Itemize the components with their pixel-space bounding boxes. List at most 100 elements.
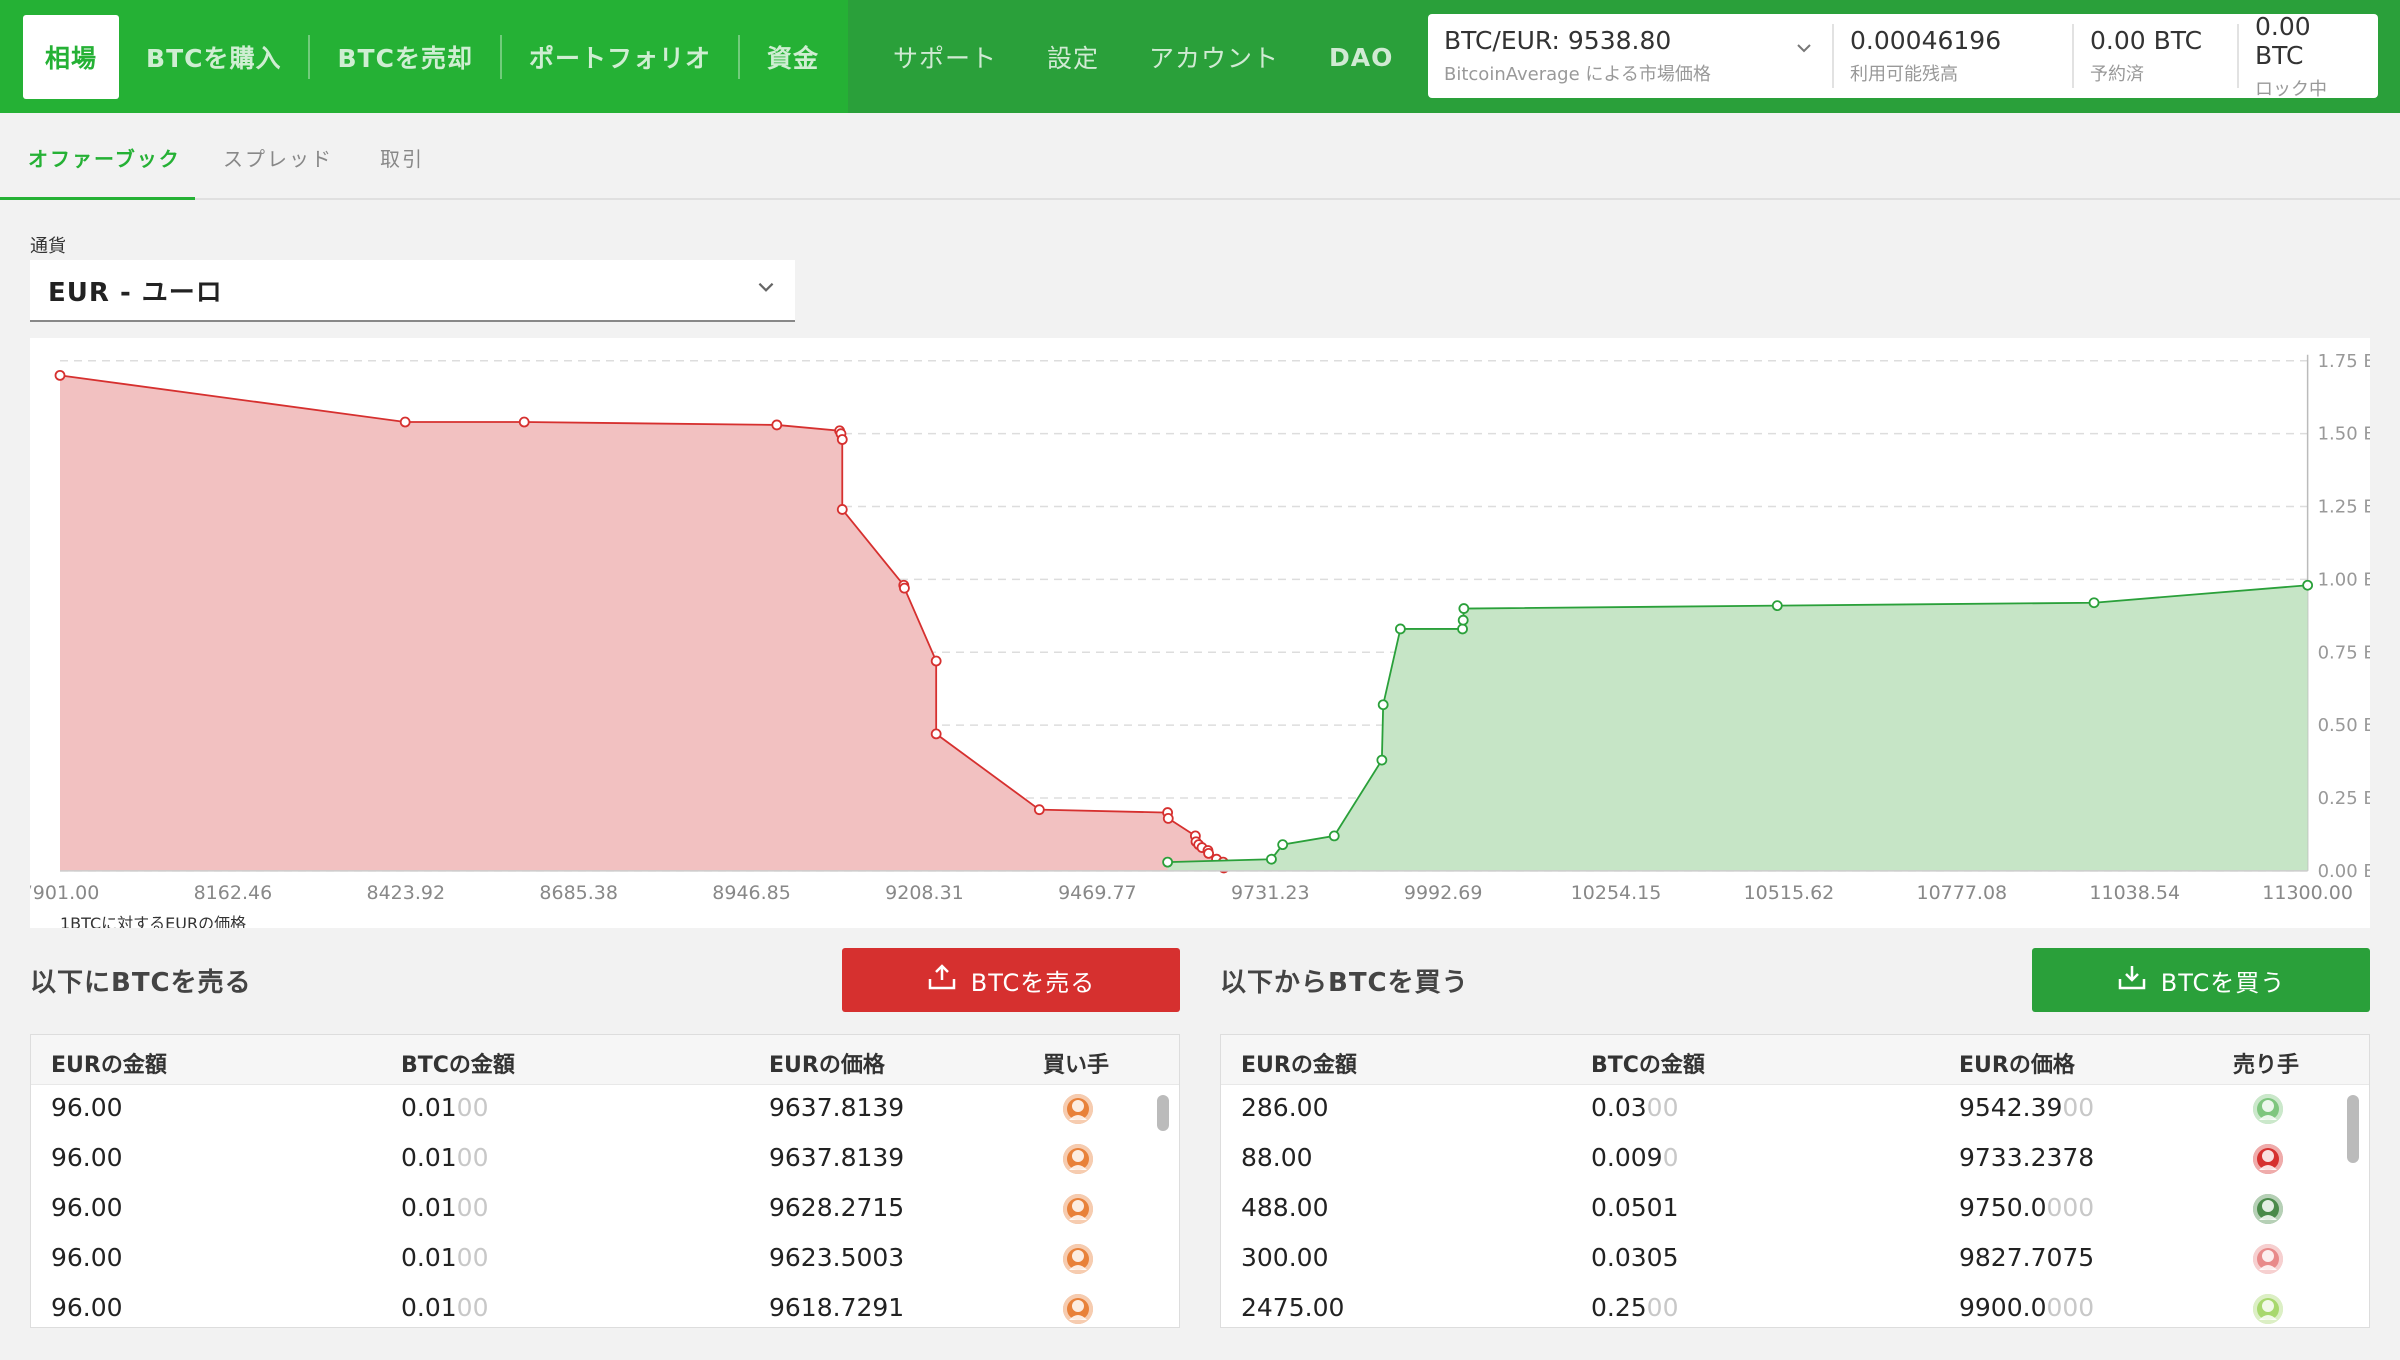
seller-avatar-icon[interactable] — [2253, 1144, 2283, 1174]
eur-price-value: 9733.2378 — [1959, 1143, 2095, 1172]
x-tick-label: 8946.85 — [712, 882, 791, 904]
sell-table-scrollbar[interactable] — [1157, 1095, 1169, 1131]
nav-account[interactable]: アカウント — [1124, 15, 1304, 99]
buyer-avatar-icon[interactable] — [1063, 1294, 1093, 1324]
table-row[interactable]: 2475.00 0.2500 9900.0000 — [1221, 1285, 2369, 1327]
buy-btc-button-label: BTCを買う — [2160, 968, 2286, 997]
nav-funds[interactable]: 資金 — [740, 15, 846, 99]
btc-amount-cell: 0.0090 — [1591, 1143, 1678, 1172]
buyer-avatar-icon[interactable] — [1063, 1094, 1093, 1124]
eur-price-value: 9750.0 — [1959, 1193, 2047, 1222]
buyer-avatar-icon[interactable] — [1063, 1144, 1093, 1174]
nav-portfolio[interactable]: ポートフォリオ — [502, 15, 738, 99]
locked-balance: 0.00 BTC ロック中 — [2239, 12, 2375, 100]
table-row[interactable]: 488.00 0.0501 9750.0000 — [1221, 1185, 2369, 1235]
buy-table-body: 286.00 0.0300 9542.3900 88.00 0.0090 9733.237… — [1221, 1085, 2369, 1327]
btc-amount-value: 0.01 — [401, 1143, 457, 1172]
sub-tabs: オファーブック スプレッド 取引 — [0, 113, 2400, 200]
locked-balance-label: ロック中 — [2255, 78, 2327, 100]
depth-chart-svg: 0.00 BTC 0.25 BTC 0.50 BTC 0.75 BTC 1.00 BTC… — [30, 351, 2370, 928]
nav-dao[interactable]: DAO — [1304, 15, 1418, 99]
bid-depth-point — [1162, 813, 1174, 824]
table-row[interactable]: 286.00 0.0300 9542.3900 — [1221, 1085, 2369, 1135]
ask-depth-point — [1328, 830, 1340, 842]
eur-amount-cell: 488.00 — [1241, 1193, 1329, 1222]
btc-amount-value: 0.03 — [1591, 1093, 1647, 1122]
top-navigation-bar: 相場 BTCを購入 BTCを売却 ポートフォリオ 資金 サポート 設定 アカウン… — [0, 0, 2400, 113]
btc-amount-cell: 0.0100 — [401, 1243, 488, 1272]
sell-offers-table: EURの金額 BTCの金額 EURの価格 買い手 96.00 0.0100 9637… — [30, 1034, 1180, 1328]
col-eur-price[interactable]: EURの価格 — [769, 1047, 885, 1079]
nav-buy-btc[interactable]: BTCを購入 — [119, 15, 308, 99]
reserved-balance-label: 予約済 — [2090, 64, 2144, 85]
eur-price-value: 9623.5003 — [769, 1243, 905, 1272]
eur-amount-cell: 96.00 — [51, 1243, 123, 1272]
nav-settings[interactable]: 設定 — [1022, 15, 1124, 99]
col-btc-amount[interactable]: BTCの金額 — [401, 1047, 515, 1079]
btc-amount-trailing-zeros: 00 — [1646, 1093, 1679, 1122]
chevron-down-icon — [755, 276, 777, 304]
secondary-nav: サポート 設定 アカウント DAO — [868, 15, 1418, 99]
y-tick-label: 0.25 BTC — [2318, 788, 2370, 809]
eur-price-value: 9900.0 — [1959, 1293, 2047, 1322]
buyer-avatar-icon[interactable] — [1063, 1244, 1093, 1274]
buy-btc-button[interactable]: BTCを買う — [2032, 948, 2370, 1012]
nav-support[interactable]: サポート — [868, 15, 1022, 99]
y-tick-label: 1.25 BTC — [2318, 497, 2370, 518]
col-eur-amount[interactable]: EURの金額 — [1241, 1047, 1357, 1079]
btc-amount-value: 0.009 — [1591, 1143, 1663, 1172]
x-tick-label: 9208.31 — [885, 882, 964, 904]
eur-amount-cell: 300.00 — [1241, 1243, 1329, 1272]
x-tick-label: 8423.92 — [366, 882, 445, 904]
eur-price-cell: 9623.5003 — [769, 1243, 904, 1272]
col-eur-price[interactable]: EURの価格 — [1959, 1047, 2075, 1079]
y-tick-label: 0.00 BTC — [2318, 861, 2370, 882]
seller-avatar-icon[interactable] — [2253, 1294, 2283, 1324]
bid-depth-point — [930, 728, 942, 740]
x-axis-title: 1BTCに対するEURの価格 — [60, 914, 246, 928]
table-row[interactable]: 96.00 0.0100 9618.7291 — [31, 1285, 1179, 1327]
eur-amount-cell: 96.00 — [51, 1293, 123, 1322]
table-row[interactable]: 96.00 0.0100 9637.8139 — [31, 1085, 1179, 1135]
seller-avatar-icon[interactable] — [2253, 1094, 2283, 1124]
bid-depth-point — [54, 369, 66, 381]
nav-market[interactable]: 相場 — [23, 15, 120, 99]
currency-select[interactable]: EUR - ユーロ — [30, 260, 795, 322]
y-tick-label: 1.75 BTC — [2318, 351, 2370, 372]
table-row[interactable]: 96.00 0.0100 9623.5003 — [31, 1235, 1179, 1285]
btc-amount-trailing-zeros: 00 — [456, 1193, 489, 1222]
col-btc-amount[interactable]: BTCの金額 — [1591, 1047, 1705, 1079]
btc-amount-value: 0.25 — [1591, 1293, 1647, 1322]
nav-sell-btc[interactable]: BTCを売却 — [310, 15, 499, 99]
eur-amount-cell: 96.00 — [51, 1193, 123, 1222]
seller-avatar-icon[interactable] — [2253, 1244, 2283, 1274]
ask-depth-point — [2302, 579, 2314, 591]
market-price-selector[interactable]: BTC/EUR: 9538.80 BitcoinAverage による市場価格 — [1428, 24, 1834, 88]
table-row[interactable]: 96.00 0.0100 9637.8139 — [31, 1135, 1179, 1185]
col-eur-amount[interactable]: EURの金額 — [51, 1047, 167, 1079]
x-tick-label: 9731.23 — [1231, 882, 1310, 904]
sell-btc-button[interactable]: BTCを売る — [842, 948, 1180, 1012]
table-row[interactable]: 96.00 0.0100 9628.2715 — [31, 1185, 1179, 1235]
tab-offer-book[interactable]: オファーブック — [28, 143, 181, 172]
bid-depth-point — [899, 582, 910, 594]
buyer-avatar-icon[interactable] — [1063, 1194, 1093, 1224]
market-price: BTC/EUR: 9538.80 — [1444, 26, 1672, 55]
table-row[interactable]: 300.00 0.0305 9827.7075 — [1221, 1235, 2369, 1285]
btc-amount-cell: 0.0100 — [401, 1293, 488, 1322]
col-buyer[interactable]: 買い手 — [1043, 1047, 1109, 1079]
seller-avatar-icon[interactable] — [2253, 1194, 2283, 1224]
tab-trades[interactable]: 取引 — [380, 143, 424, 172]
buy-table-scrollbar[interactable] — [2347, 1095, 2359, 1163]
btc-amount-value: 0.01 — [401, 1093, 457, 1122]
x-tick-label: 9469.77 — [1058, 882, 1137, 904]
col-seller[interactable]: 売り手 — [2233, 1047, 2299, 1079]
market-info-box: BTC/EUR: 9538.80 BitcoinAverage による市場価格 … — [1428, 12, 2378, 100]
btc-amount-value: 0.01 — [401, 1243, 457, 1272]
x-tick-label: 10515.62 — [1744, 882, 1835, 904]
table-row[interactable]: 88.00 0.0090 9733.2378 — [1221, 1135, 2369, 1185]
eur-price-trailing-zeros: 000 — [2046, 1193, 2095, 1222]
btc-amount-value: 0.01 — [401, 1293, 457, 1322]
ask-depth-point — [1266, 853, 1277, 865]
tab-spread[interactable]: スプレッド — [223, 143, 333, 172]
